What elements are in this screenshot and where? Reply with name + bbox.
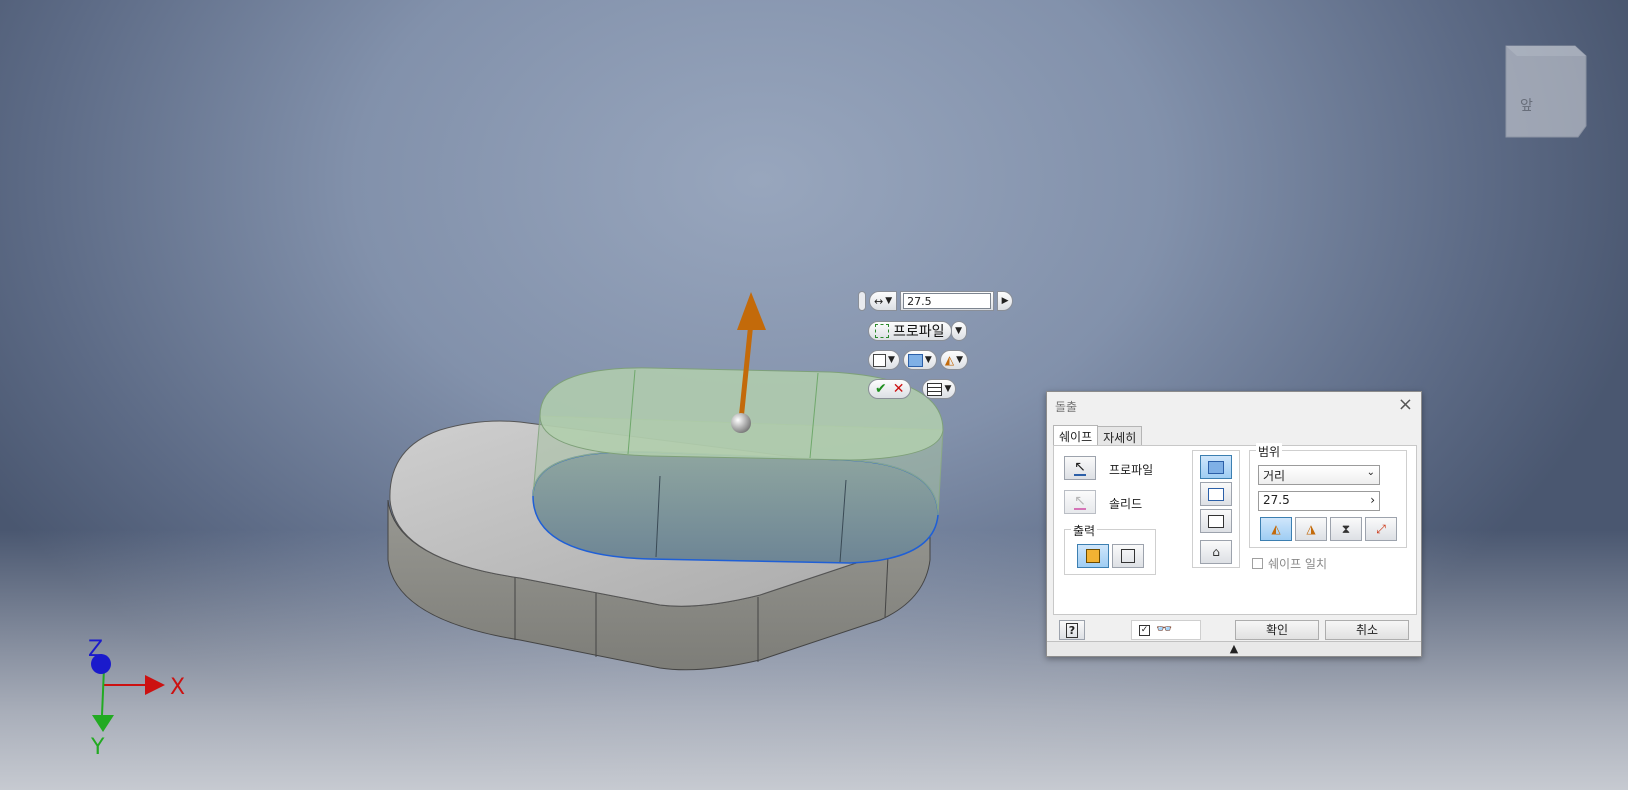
cancel-x-icon[interactable]: ✕ bbox=[893, 381, 905, 397]
preview-checkbox[interactable]: ✓ bbox=[1139, 625, 1150, 636]
new-solid-button[interactable]: ⌂ bbox=[1200, 540, 1232, 564]
dialog-title: 돌출 bbox=[1055, 400, 1078, 414]
direction-asymmetric-icon: ⤢ bbox=[1376, 521, 1386, 536]
mini-toolbar-options-row: ▼ ▼ ◭ ▼ bbox=[868, 350, 968, 370]
expand-up-icon: ▲ bbox=[1229, 642, 1239, 655]
distance-expand-button[interactable]: ▶ bbox=[997, 291, 1014, 311]
x-axis-arrow bbox=[145, 675, 165, 695]
distance-arrows-icon: ↔ bbox=[874, 294, 884, 308]
mini-toolbar-profile-row: 프로파일 ▼ bbox=[868, 321, 967, 341]
shape-pane: ↖ 프로파일 ↖ 솔리드 출력 ⌂ 범위 거리 ⌄ 27.5 › ◭ ◮ ⧗ ⤢… bbox=[1053, 443, 1417, 615]
graphics-viewport[interactable]: X Y Z 앞 ↔ ▼ 27.5 ▶ 프로파일 ▼ ▼ ▼ ◭ ▼ ✔ ✕ ▼ … bbox=[0, 0, 1628, 790]
solid-cube-icon bbox=[1086, 549, 1100, 563]
extent-label: 범위 bbox=[1256, 443, 1283, 460]
direction-default-button[interactable]: ◭ bbox=[1260, 517, 1292, 541]
z-axis-label: Z bbox=[88, 637, 103, 662]
solid-select-button[interactable]: ↖ bbox=[1064, 490, 1096, 514]
extrude-preview-side bbox=[532, 450, 939, 564]
chevron-right-icon: ▶ bbox=[1001, 296, 1009, 306]
extent-type-value: 거리 bbox=[1263, 469, 1286, 483]
match-shape-label: 쉐이프 일치 bbox=[1268, 557, 1328, 571]
more-options-dropdown[interactable]: ▼ bbox=[922, 379, 957, 399]
mini-toolbar-distance-row: ↔ ▼ 27.5 ▶ bbox=[858, 291, 1014, 311]
mini-toolbar-commit-row: ✔ ✕ ▼ bbox=[868, 379, 957, 399]
output-solid-button[interactable] bbox=[1077, 544, 1109, 568]
join-icon bbox=[907, 353, 923, 367]
output-surface-button[interactable] bbox=[1112, 544, 1144, 568]
distance-input[interactable]: 27.5 bbox=[903, 293, 992, 309]
distance-value: 27.5 bbox=[1263, 493, 1290, 507]
direction-flip-icon: ◮ bbox=[1306, 522, 1316, 536]
profile-select-icon bbox=[875, 324, 889, 338]
close-icon[interactable]: × bbox=[1398, 394, 1413, 415]
direction-symmetric-icon: ⧗ bbox=[1341, 521, 1351, 536]
cursor-arrow-icon: ↖ bbox=[1074, 493, 1086, 510]
direction-symmetric-button[interactable]: ⧗ bbox=[1330, 517, 1362, 541]
output-label: 출력 bbox=[1071, 522, 1098, 539]
direction-dropdown[interactable]: ◭ ▼ bbox=[939, 350, 968, 370]
chevron-down-icon: ▼ bbox=[888, 355, 895, 365]
profile-label: 프로파일 bbox=[893, 324, 945, 340]
profile-select-button[interactable]: ↖ bbox=[1064, 456, 1096, 480]
profile-label: 프로파일 bbox=[1109, 463, 1154, 477]
solid-box-icon bbox=[873, 353, 886, 367]
help-button[interactable]: ? bbox=[1059, 620, 1085, 640]
intersect-icon bbox=[1208, 514, 1224, 528]
x-axis-label: X bbox=[170, 675, 185, 700]
view-cube-face-label: 앞 bbox=[1520, 98, 1533, 114]
chevron-right-icon[interactable]: › bbox=[1370, 493, 1375, 507]
direction-asymmetric-button[interactable]: ⤢ bbox=[1365, 517, 1397, 541]
extent-group: 범위 거리 ⌄ 27.5 › ◭ ◮ ⧗ ⤢ bbox=[1249, 443, 1407, 548]
intersect-button[interactable] bbox=[1200, 509, 1232, 533]
help-icon: ? bbox=[1065, 622, 1079, 638]
y-axis-line bbox=[101, 667, 105, 716]
operation-group: ⌂ bbox=[1192, 450, 1240, 568]
match-shape-checkbox[interactable] bbox=[1252, 558, 1263, 569]
direction-flip-button[interactable]: ◮ bbox=[1295, 517, 1327, 541]
profile-dropdown[interactable]: ▼ bbox=[950, 321, 967, 341]
mini-toolbar-grip[interactable] bbox=[858, 291, 866, 311]
surface-cube-icon bbox=[1121, 549, 1135, 563]
cursor-arrow-icon: ↖ bbox=[1074, 459, 1086, 476]
solid-label: 솔리드 bbox=[1109, 497, 1143, 511]
dialog-expander[interactable]: ▲ bbox=[1047, 641, 1421, 656]
join-button[interactable] bbox=[1200, 455, 1232, 479]
join-icon bbox=[1208, 460, 1224, 474]
chevron-down-icon: ▼ bbox=[924, 355, 932, 365]
distance-type-dropdown[interactable]: ↔ ▼ bbox=[869, 291, 898, 311]
chevron-down-icon: ⌄ bbox=[1366, 467, 1375, 478]
chevron-down-icon: ▼ bbox=[944, 384, 952, 394]
extent-type-select[interactable]: 거리 ⌄ bbox=[1258, 465, 1380, 485]
cut-icon bbox=[1208, 487, 1224, 501]
y-axis-arrow bbox=[92, 715, 114, 732]
view-cube[interactable]: 앞 bbox=[1505, 45, 1587, 138]
extrude-dialog: 돌출 × 쉐이프 자세히 ↖ 프로파일 ↖ 솔리드 출력 ⌂ 범위 거리 ⌄ 2… bbox=[1046, 391, 1422, 657]
output-group: 출력 bbox=[1064, 522, 1156, 575]
profile-select-button[interactable]: 프로파일 bbox=[868, 321, 952, 341]
extrude-arrow-head[interactable] bbox=[737, 292, 766, 330]
distance-input[interactable]: 27.5 › bbox=[1258, 491, 1380, 511]
cancel-button[interactable]: 취소 bbox=[1325, 620, 1409, 640]
output-type-dropdown[interactable]: ▼ bbox=[868, 350, 900, 370]
glasses-icon: 👓 bbox=[1156, 622, 1173, 637]
y-axis-label: Y bbox=[90, 735, 105, 760]
direction-default-icon: ◭ bbox=[1271, 522, 1281, 536]
chevron-down-icon: ▼ bbox=[885, 296, 893, 306]
chevron-down-icon: ▼ bbox=[955, 326, 962, 336]
operation-dropdown[interactable]: ▼ bbox=[902, 350, 937, 370]
direction-icon: ◭ bbox=[944, 353, 955, 367]
chevron-down-icon: ▼ bbox=[956, 355, 963, 365]
list-icon bbox=[927, 382, 943, 396]
preview-toggle: ✓ 👓 bbox=[1131, 620, 1201, 640]
ok-button[interactable]: 확인 bbox=[1235, 620, 1319, 640]
commit-group: ✔ ✕ bbox=[868, 379, 912, 399]
ok-check-icon[interactable]: ✔ bbox=[875, 381, 887, 397]
cut-button[interactable] bbox=[1200, 482, 1232, 506]
extrude-arrow-handle[interactable] bbox=[731, 413, 751, 433]
new-solid-icon: ⌂ bbox=[1212, 545, 1220, 559]
distance-field-wrap: 27.5 bbox=[900, 291, 995, 311]
